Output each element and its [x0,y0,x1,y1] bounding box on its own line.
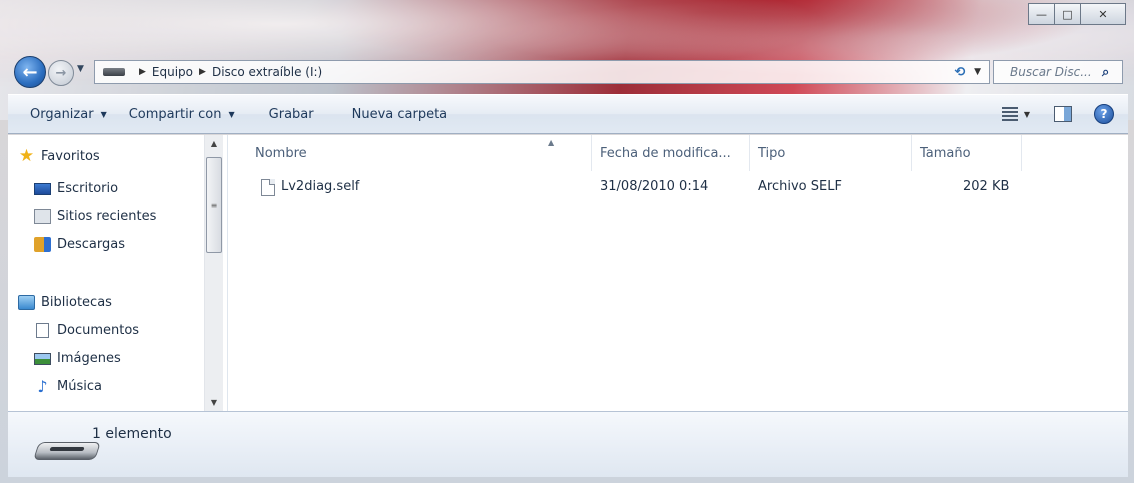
downloads-icon [34,237,51,252]
nav-label: Descargas [57,237,126,252]
nav-documents[interactable]: Documentos [34,323,139,338]
organize-label: Organizar [30,106,94,122]
chevron-down-icon: ▼ [77,64,84,74]
navigation-pane: ★ Favoritos Escritorio Sitios recientes … [8,135,228,411]
nav-label: Escritorio [57,181,119,196]
view-controls: ▼ ? [1001,104,1114,124]
column-label: Fecha de modifica... [600,145,731,161]
close-button[interactable]: ✕ [1080,3,1126,25]
column-label: Nombre [255,145,307,161]
chevron-right-icon[interactable]: ▶ [139,67,146,77]
file-icon [261,179,275,196]
item-count: 1 elemento [92,426,172,442]
forward-button[interactable]: → [48,60,74,86]
maximize-button[interactable]: □ [1054,3,1081,25]
nav-favorites[interactable]: ★ Favoritos [18,146,100,166]
breadcrumb-computer[interactable]: Equipo [152,65,193,79]
file-size: 202 KB [963,179,1010,194]
column-label: Tipo [758,145,786,161]
file-name: Lv2diag.self [281,179,360,194]
recent-places-icon [34,209,51,224]
forward-arrow-icon: → [55,65,67,81]
nav-label: Sitios recientes [57,209,157,224]
chevron-down-icon: ▼ [228,109,235,119]
nav-downloads[interactable]: Descargas [34,237,125,252]
file-list: Nombre ▲ Fecha de modifica... Tipo Tamañ… [229,135,1128,411]
minimize-button[interactable]: — [1028,3,1055,25]
documents-icon [36,323,49,338]
file-type: Archivo SELF [758,179,842,194]
column-label: Tamaño [920,145,971,161]
breadcrumb-drive[interactable]: Disco extraíble (I:) [212,65,322,79]
nav-label: Favoritos [41,149,100,164]
burn-button[interactable]: Grabar [269,107,314,122]
organize-menu[interactable]: Organizar ▼ [30,107,107,122]
search-box[interactable]: ⌕ [993,60,1123,84]
scroll-thumb[interactable]: ≡ [206,157,222,253]
chevron-down-icon: ▼ [100,109,107,119]
nav-recent-places[interactable]: Sitios recientes [34,209,156,224]
nav-pictures[interactable]: Imágenes [34,351,121,366]
column-name[interactable]: Nombre [247,135,592,171]
nav-music[interactable]: ♪ Música [34,377,102,396]
sort-ascending-icon: ▲ [548,138,555,147]
desktop-icon [34,182,51,195]
recent-pages-dropdown[interactable]: ▼ [77,64,84,74]
address-row: ← → ▼ ▶ Equipo ▶ Disco extraíble (I:) ▼ … [0,50,1134,92]
search-input[interactable] [1010,65,1098,79]
help-icon[interactable]: ? [1094,104,1114,124]
nav-label: Bibliotecas [41,295,112,310]
caption-buttons: — □ ✕ [1028,3,1126,25]
preview-pane-icon[interactable] [1054,106,1072,122]
libraries-icon [18,295,35,310]
refresh-button[interactable]: ⟲ [938,62,982,82]
file-modified: 31/08/2010 0:14 [600,179,709,194]
nav-label: Documentos [57,323,140,338]
view-details-icon[interactable] [1001,107,1018,121]
removable-drive-icon [33,434,101,464]
command-bar: Organizar ▼ Compartir con ▼ Grabar Nueva c… [8,94,1128,134]
nav-scrollbar[interactable]: ▲ ≡ ▼ [204,135,223,411]
scroll-up-icon[interactable]: ▲ [205,135,223,152]
back-arrow-icon: ← [22,61,38,83]
scroll-down-icon[interactable]: ▼ [205,394,223,411]
star-icon: ★ [18,146,35,166]
back-button[interactable]: ← [14,56,46,88]
music-icon: ♪ [37,377,48,396]
new-folder-button[interactable]: Nueva carpeta [352,107,448,122]
share-menu[interactable]: Compartir con ▼ [129,107,235,122]
share-label: Compartir con [128,106,222,122]
pictures-icon [34,352,51,365]
column-modified[interactable]: Fecha de modifica... [592,135,750,171]
chevron-right-icon[interactable]: ▶ [199,67,206,77]
drive-icon [103,68,125,76]
nav-desktop[interactable]: Escritorio [34,181,118,196]
search-icon[interactable]: ⌕ [1102,65,1109,80]
chevron-down-icon[interactable]: ▼ [1024,110,1030,119]
address-bar[interactable]: ▶ Equipo ▶ Disco extraíble (I:) ▼ [94,60,990,84]
refresh-icon: ⟲ [954,64,966,80]
nav-libraries[interactable]: Bibliotecas [18,295,112,310]
main-area: ★ Favoritos Escritorio Sitios recientes … [8,135,1128,411]
column-size[interactable]: Tamaño [912,135,1022,171]
details-pane: 1 elemento [8,411,1128,477]
file-row[interactable]: Lv2diag.self 31/08/2010 0:14 Archivo SEL… [229,175,1128,197]
nav-label: Música [57,379,102,394]
nav-label: Imágenes [57,351,121,366]
column-type[interactable]: Tipo [750,135,912,171]
